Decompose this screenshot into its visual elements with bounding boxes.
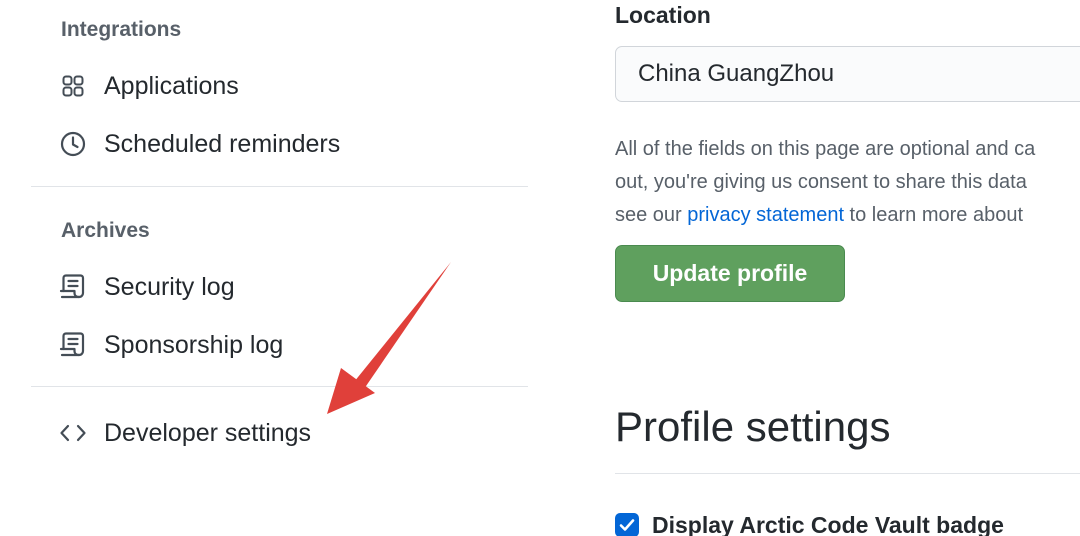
sidebar-item-sponsorship-log[interactable]: Sponsorship log (58, 325, 283, 365)
sidebar-item-label: Developer settings (104, 418, 312, 447)
heading-divider (615, 473, 1080, 474)
sidebar-item-security-log[interactable]: Security log (58, 267, 235, 307)
help-text-segment: to learn more about (844, 204, 1023, 226)
sidebar-item-developer-settings[interactable]: Developer settings (58, 413, 311, 453)
update-profile-button[interactable]: Update profile (615, 245, 845, 302)
arctic-badge-checkbox[interactable] (615, 513, 639, 536)
help-text-line: All of the fields on this page are optio… (615, 138, 1036, 160)
sidebar-item-label: Scheduled reminders (104, 129, 341, 158)
log-icon (58, 272, 88, 302)
location-label: Location (615, 2, 711, 28)
profile-help-text: All of the fields on this page are optio… (615, 133, 1080, 232)
sidebar-divider (31, 386, 528, 387)
sidebar-item-label: Security log (104, 272, 235, 301)
sidebar-item-label: Applications (104, 71, 239, 100)
help-text-segment: see our (615, 204, 688, 226)
sidebar-item-applications[interactable]: Applications (58, 66, 239, 106)
sidebar-item-scheduled-reminders[interactable]: Scheduled reminders (58, 124, 340, 164)
log-icon (58, 330, 88, 360)
clock-icon (58, 129, 88, 159)
location-input[interactable] (615, 46, 1080, 102)
apps-grid-icon (58, 71, 88, 101)
archives-heading: Archives (61, 219, 150, 242)
settings-page: Integrations Applications Scheduled remi… (0, 0, 1080, 536)
sidebar-item-label: Sponsorship log (104, 330, 284, 359)
sidebar-divider (31, 186, 528, 187)
help-text-line: out, you're giving us consent to share t… (615, 171, 1027, 193)
integrations-heading: Integrations (61, 18, 182, 41)
help-text-line: see our privacy statement to learn more … (615, 199, 1080, 232)
code-icon (58, 418, 88, 448)
profile-settings-heading: Profile settings (615, 403, 891, 450)
arctic-badge-label: Display Arctic Code Vault badge (652, 511, 1004, 536)
arctic-badge-option: Display Arctic Code Vault badge (615, 509, 1004, 536)
privacy-statement-link[interactable]: privacy statement (687, 204, 844, 226)
